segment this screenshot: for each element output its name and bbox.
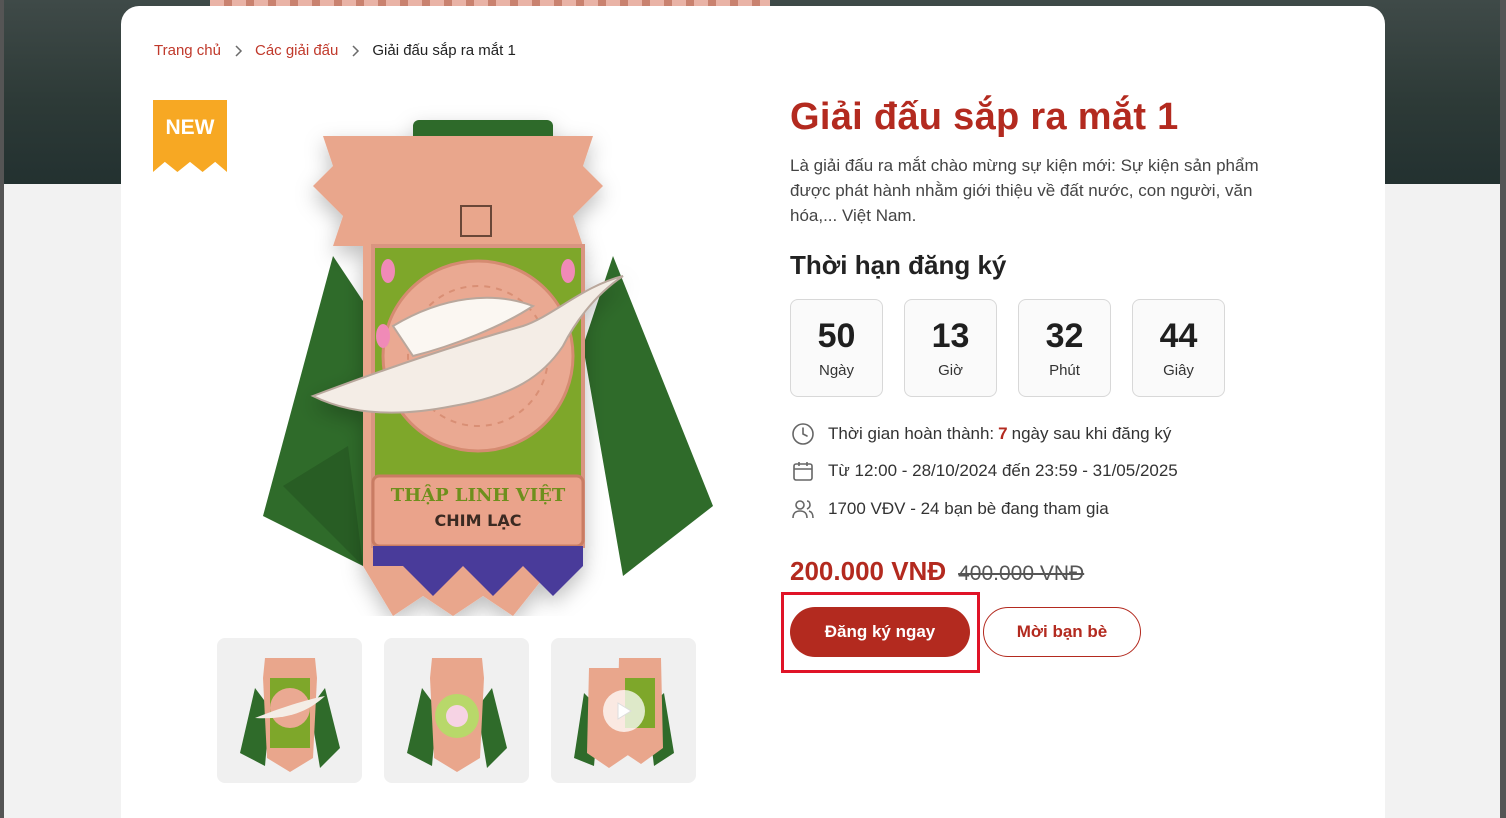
countdown-value: 13: [931, 317, 970, 355]
new-badge: NEW: [153, 100, 227, 172]
breadcrumb: Trang chủ Các giải đấu Giải đấu sắp ra m…: [154, 42, 516, 59]
countdown-seconds: 44 Giây: [1132, 299, 1225, 397]
date-range-text: Từ 12:00 - 28/10/2024 đến 23:59 - 31/05/…: [828, 461, 1178, 481]
price-row: 200.000 VNĐ 400.000 VNĐ: [790, 556, 1350, 587]
clock-icon: [790, 421, 816, 447]
price-original: 400.000 VNĐ: [958, 561, 1085, 585]
thumbnail-2[interactable]: [384, 638, 529, 783]
action-buttons: Đăng ký ngay Mời bạn bè: [781, 591, 1350, 673]
completion-days: 7: [998, 423, 1008, 443]
breadcrumb-tournaments-link[interactable]: Các giải đấu: [255, 42, 338, 59]
thumbnail-3[interactable]: [551, 638, 696, 783]
chevron-right-icon: [350, 44, 360, 57]
hero-image-area: NEW THẬP LINH VIỆT CHIM LẠC: [153, 96, 753, 616]
new-badge-label: NEW: [165, 116, 215, 139]
countdown-unit: Ngày: [818, 362, 855, 379]
event-title: Giải đấu sắp ra mắt 1: [790, 96, 1179, 138]
window-border-right: [1500, 0, 1506, 818]
countdown-unit: Phút: [1049, 362, 1080, 379]
thumbnail-strip: [217, 638, 696, 783]
countdown-days: 50 Ngày: [790, 299, 883, 397]
participants-row: 1700 VĐV - 24 bạn bè đang tham gia: [790, 490, 1350, 528]
medal-subtitle-text: CHIM LẠC: [435, 511, 522, 530]
countdown-value: 50: [817, 317, 856, 355]
registration-heading: Thời hạn đăng ký: [790, 250, 1007, 280]
countdown-hours: 13 Giờ: [904, 299, 997, 397]
countdown-minutes: 32 Phút: [1018, 299, 1111, 397]
countdown-timer: 50 Ngày 13 Giờ 32 Phút 44 Giây: [790, 299, 1350, 397]
chevron-right-icon: [233, 44, 243, 57]
thumbnail-1[interactable]: [217, 638, 362, 783]
countdown-unit: Giây: [1163, 362, 1194, 379]
users-icon: [790, 496, 816, 522]
event-description: Là giải đấu ra mắt chào mừng sự kiện mới…: [790, 156, 1259, 225]
event-card: Trang chủ Các giải đấu Giải đấu sắp ra m…: [121, 6, 1385, 818]
completion-suffix: ngày sau khi đăng ký: [1011, 423, 1172, 443]
event-meta: Thời gian hoàn thành: 7 ngày sau khi đăn…: [790, 415, 1350, 528]
countdown-value: 32: [1045, 317, 1084, 355]
invite-friends-button[interactable]: Mời bạn bè: [983, 606, 1141, 657]
window-border-left: [0, 0, 4, 818]
completion-prefix: Thời gian hoàn thành:: [828, 423, 995, 443]
price-current: 200.000 VNĐ: [790, 555, 947, 586]
breadcrumb-current: Giải đấu sắp ra mắt 1: [372, 42, 516, 59]
breadcrumb-home-link[interactable]: Trang chủ: [154, 42, 221, 59]
medal-image[interactable]: THẬP LINH VIỆT CHIM LẠC: [223, 96, 743, 616]
countdown-unit: Giờ: [938, 362, 963, 379]
date-range-row: Từ 12:00 - 28/10/2024 đến 23:59 - 31/05/…: [790, 453, 1350, 491]
countdown-value: 44: [1159, 317, 1198, 355]
completion-time-row: Thời gian hoàn thành: 7 ngày sau khi đăn…: [790, 415, 1350, 453]
participants-text: 1700 VĐV - 24 bạn bè đang tham gia: [828, 498, 1109, 518]
event-info: Giải đấu sắp ra mắt 1 Là giải đấu ra mắt…: [781, 96, 1350, 673]
calendar-icon: [790, 458, 816, 484]
play-icon[interactable]: [602, 689, 645, 732]
highlight-box: [781, 591, 980, 673]
medal-title-text: THẬP LINH VIỆT: [391, 483, 566, 506]
